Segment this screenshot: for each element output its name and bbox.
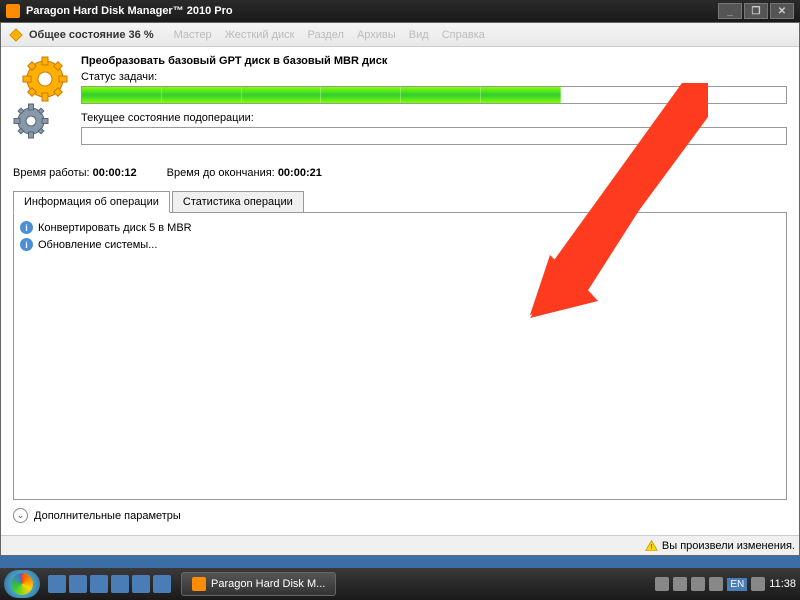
tray-icon[interactable]	[709, 577, 723, 591]
system-tray: EN 11:38	[655, 577, 796, 591]
info-icon: i	[20, 238, 33, 251]
tray-icon[interactable]	[691, 577, 705, 591]
menu-help[interactable]: Справка	[442, 29, 485, 41]
menu-disk[interactable]: Жесткий диск	[225, 29, 295, 41]
tabs: Информация об операции Статистика операц…	[13, 191, 787, 213]
remaining-time: Время до окончания: 00:00:21	[167, 167, 322, 179]
elapsed-time: Время работы: 00:00:12	[13, 167, 137, 179]
quick-launch-icon[interactable]	[90, 575, 108, 593]
info-icon: i	[20, 221, 33, 234]
statusbar: ! Вы произвели изменения.	[1, 535, 799, 555]
progress-bar-main	[81, 86, 787, 104]
gears-icon	[13, 55, 73, 145]
quick-launch	[48, 575, 171, 593]
overall-status-label: Общее состояние 36 %	[29, 29, 154, 41]
times-row: Время работы: 00:00:12 Время до окончани…	[13, 167, 787, 179]
elapsed-label: Время работы:	[13, 167, 90, 179]
maximize-button[interactable]: ❐	[744, 3, 768, 19]
windows-orb-icon	[11, 573, 33, 595]
operation-item: i Обновление системы...	[20, 236, 780, 253]
task-info: Преобразовать базовый GPT диск в базовый…	[81, 55, 787, 153]
elapsed-value: 00:00:12	[93, 167, 137, 179]
taskbar-app-label: Paragon Hard Disk M...	[211, 578, 325, 590]
operation-item: i Конвертировать диск 5 в MBR	[20, 219, 780, 236]
quick-launch-icon[interactable]	[69, 575, 87, 593]
operation-text: Обновление системы...	[38, 239, 157, 251]
progress-bar-sub	[81, 127, 787, 145]
window-title: Paragon Hard Disk Manager™ 2010 Pro	[26, 5, 233, 17]
tab-content: i Конвертировать диск 5 в MBR i Обновлен…	[13, 213, 787, 500]
menu-archives[interactable]: Архивы	[357, 29, 396, 41]
toolbar: Общее состояние 36 % Мастер Жесткий диск…	[1, 23, 799, 47]
menu-partition[interactable]: Раздел	[308, 29, 344, 41]
app-icon	[6, 4, 20, 18]
quick-launch-icon[interactable]	[153, 575, 171, 593]
gear-small-icon	[13, 103, 49, 139]
menu-wizard[interactable]: Мастер	[174, 29, 212, 41]
tray-icon[interactable]	[673, 577, 687, 591]
remaining-value: 00:00:21	[278, 167, 322, 179]
menubar: Мастер Жесткий диск Раздел Архивы Вид Сп…	[174, 29, 495, 41]
operation-text: Конвертировать диск 5 в MBR	[38, 222, 192, 234]
quick-launch-icon[interactable]	[111, 575, 129, 593]
tray-icon[interactable]	[655, 577, 669, 591]
quick-launch-icon[interactable]	[48, 575, 66, 593]
main-window: Общее состояние 36 % Мастер Жесткий диск…	[0, 22, 800, 556]
taskbar: Paragon Hard Disk M... EN 11:38	[0, 568, 800, 600]
svg-text:!: !	[650, 542, 652, 551]
chevron-down-icon: ⌄	[13, 508, 28, 523]
task-header: Преобразовать базовый GPT диск в базовый…	[13, 55, 787, 153]
extra-params-label: Дополнительные параметры	[34, 510, 181, 522]
menu-view[interactable]: Вид	[409, 29, 429, 41]
app-icon	[192, 577, 206, 591]
clock[interactable]: 11:38	[769, 578, 796, 590]
language-indicator[interactable]: EN	[727, 578, 747, 591]
progress-fill-main	[82, 87, 561, 103]
start-button[interactable]	[4, 570, 40, 598]
minimize-button[interactable]: _	[718, 3, 742, 19]
window-controls: _ ❐ ✕	[718, 3, 794, 19]
extra-params-toggle[interactable]: ⌄ Дополнительные параметры	[13, 500, 787, 527]
quick-launch-icon[interactable]	[132, 575, 150, 593]
tab-operation-info[interactable]: Информация об операции	[13, 191, 170, 213]
remaining-label: Время до окончания:	[167, 167, 275, 179]
status-icon	[9, 28, 23, 42]
statusbar-text: Вы произвели изменения.	[662, 540, 795, 552]
content-area: Преобразовать базовый GPT диск в базовый…	[1, 47, 799, 535]
task-substatus-label: Текущее состояние подоперации:	[81, 112, 787, 124]
tray-icon[interactable]	[751, 577, 765, 591]
tab-operation-stats[interactable]: Статистика операции	[172, 191, 304, 212]
titlebar: Paragon Hard Disk Manager™ 2010 Pro _ ❐ …	[0, 0, 800, 22]
task-status-label: Статус задачи:	[81, 71, 787, 83]
taskbar-app-button[interactable]: Paragon Hard Disk M...	[181, 572, 336, 596]
gear-large-icon	[21, 55, 69, 103]
close-button[interactable]: ✕	[770, 3, 794, 19]
task-title: Преобразовать базовый GPT диск в базовый…	[81, 55, 787, 67]
warning-icon: !	[645, 539, 658, 552]
